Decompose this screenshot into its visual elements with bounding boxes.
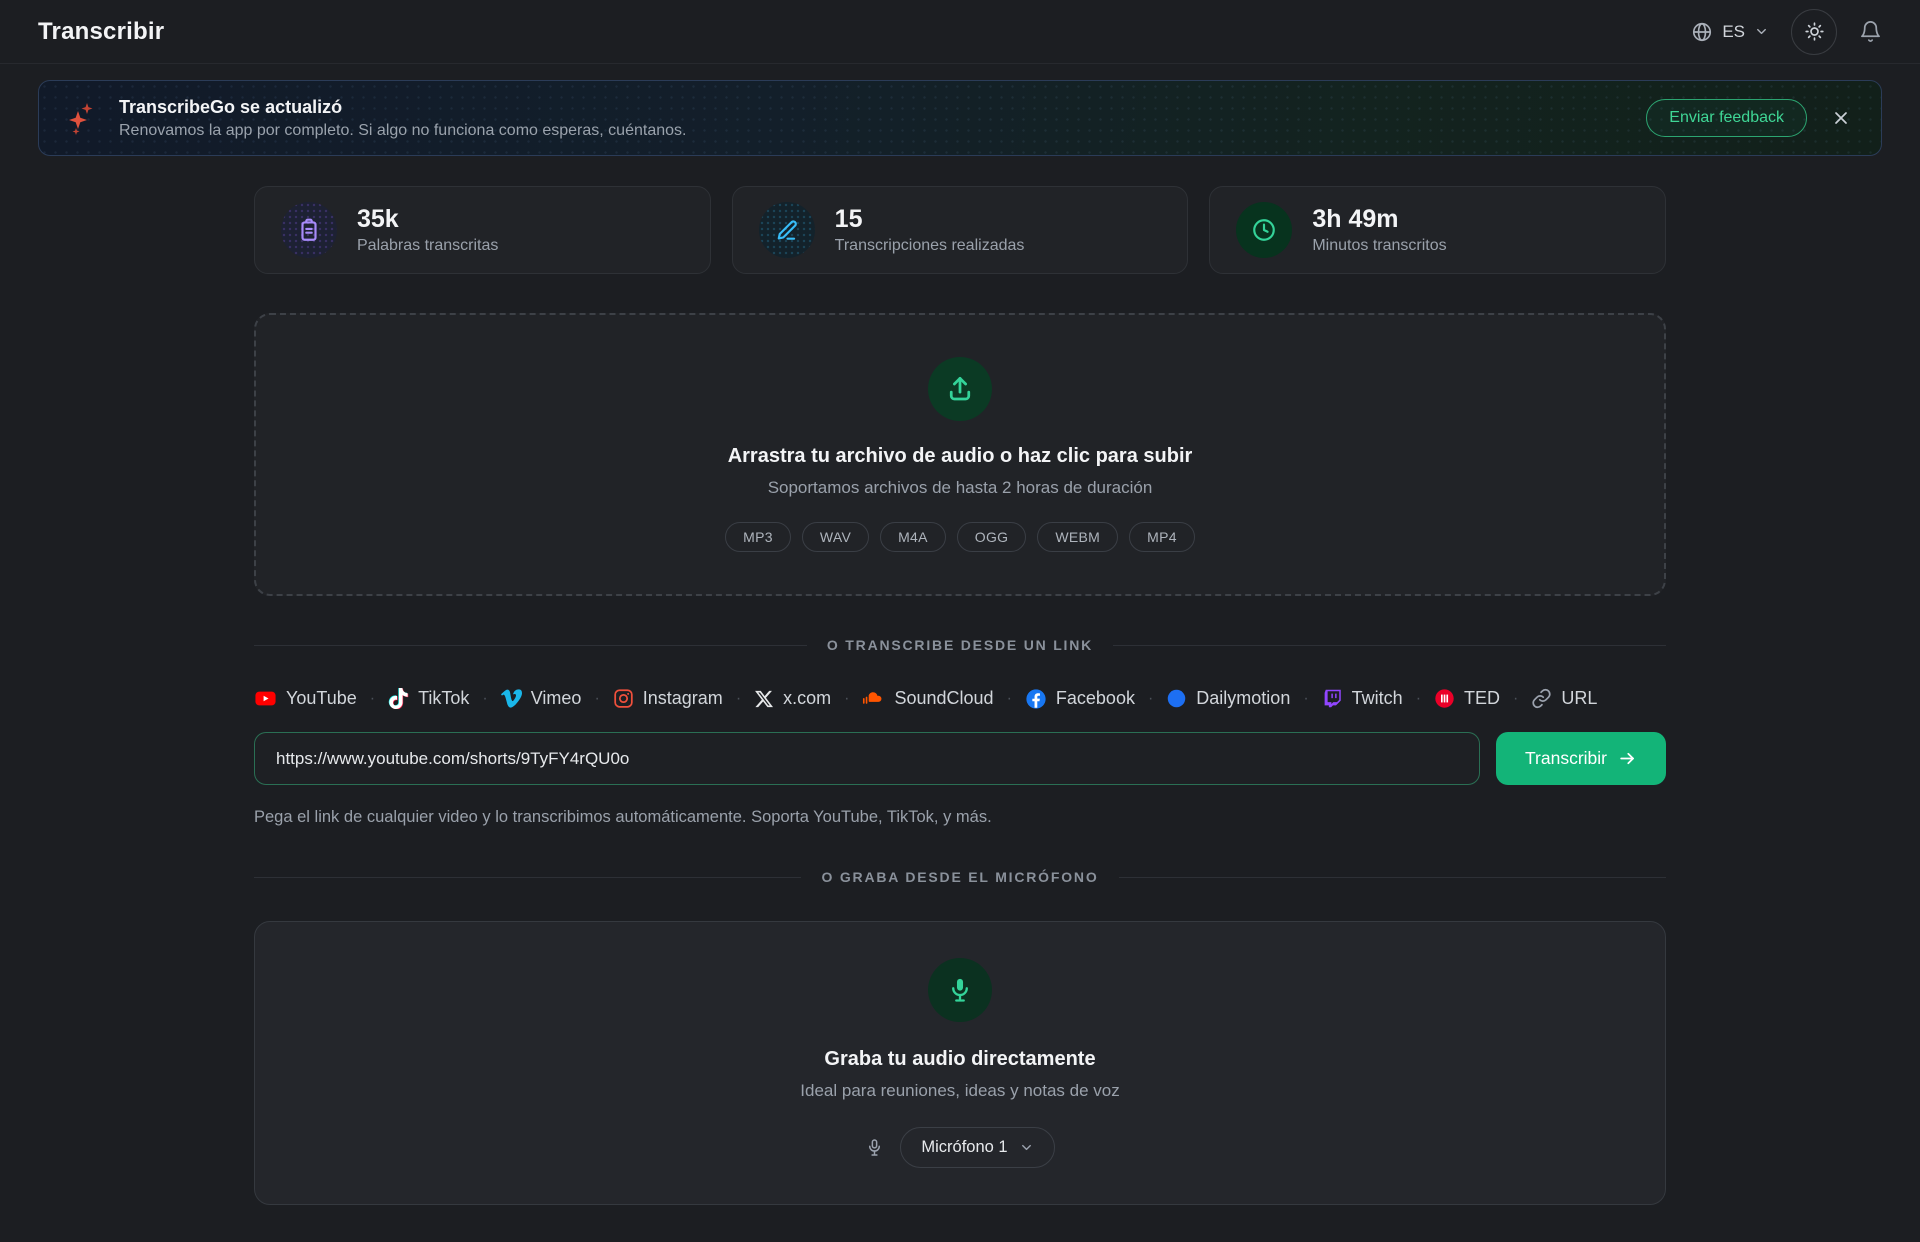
dropzone-subtitle: Soportamos archivos de hasta 2 horas de … [768,478,1153,498]
sparkles-icon [65,99,99,137]
pen-icon [759,202,815,258]
upload-dropzone[interactable]: Arrastra tu archivo de audio o haz clic … [254,313,1666,596]
facebook-icon [1025,688,1047,710]
banner-title: TranscribeGo se actualizó [119,97,686,118]
record-section-divider: O GRABA DESDE EL MICRÓFONO [254,869,1666,885]
platform-vimeo[interactable]: Vimeo [501,688,582,709]
language-switcher[interactable]: ES [1691,21,1769,43]
format-chip: OGG [957,522,1027,552]
stat-value: 3h 49m [1312,205,1446,234]
chevron-down-icon [1019,1140,1034,1155]
instagram-icon [613,688,634,709]
microphone-select[interactable]: Micrófono 1 [900,1127,1054,1168]
tiktok-icon [388,688,409,709]
chevron-down-icon [1754,24,1769,39]
platform-instagram[interactable]: Instagram [613,688,723,709]
clock-icon [1236,202,1292,258]
format-chip: WEBM [1037,522,1118,552]
stat-label: Transcripciones realizadas [835,237,1025,255]
platform-twitch[interactable]: Twitch [1322,688,1403,709]
format-chip: MP3 [725,522,791,552]
stat-value: 35k [357,205,498,234]
record-button[interactable] [928,958,992,1022]
record-title: Graba tu audio directamente [824,1048,1095,1071]
platforms-row: YouTube · TikTok · Vimeo · Instagram · [254,687,1666,710]
top-bar: Transcribir ES [0,0,1920,64]
theme-toggle-button[interactable] [1791,9,1837,55]
link-divider-label: O TRANSCRIBE DESDE UN LINK [827,637,1093,653]
platform-xcom[interactable]: x.com [754,688,831,709]
microphone-small-icon [865,1138,884,1157]
format-chip: M4A [880,522,946,552]
platform-tiktok[interactable]: TikTok [388,688,469,709]
twitch-icon [1322,688,1343,709]
platform-dailymotion[interactable]: Dailymotion [1166,688,1290,709]
youtube-icon [254,687,277,710]
stat-label: Palabras transcritas [357,237,498,255]
close-icon [1831,108,1851,128]
soundcloud-icon [862,687,885,710]
link-input-row: Transcribir [254,732,1666,785]
platform-facebook[interactable]: Facebook [1025,688,1135,710]
send-feedback-button[interactable]: Enviar feedback [1646,99,1807,137]
x-icon [754,689,774,709]
platform-youtube[interactable]: YouTube [254,687,357,710]
ted-icon [1434,688,1455,709]
record-divider-label: O GRABA DESDE EL MICRÓFONO [821,869,1098,885]
update-banner: TranscribeGo se actualizó Renovamos la a… [38,80,1882,156]
header-actions: ES [1691,9,1882,55]
link-section-divider: O TRANSCRIBE DESDE UN LINK [254,637,1666,653]
stat-value: 15 [835,205,1025,234]
format-chip: WAV [802,522,869,552]
microphone-select-label: Micrófono 1 [921,1138,1007,1157]
stat-label: Minutos transcritos [1312,237,1446,255]
bell-icon [1859,20,1882,43]
record-subtitle: Ideal para reuniones, ideas y notas de v… [800,1081,1119,1101]
dailymotion-icon [1166,688,1187,709]
notifications-button[interactable] [1859,20,1882,43]
microphone-icon [946,976,974,1004]
link-icon [1531,688,1552,709]
link-helper-text: Pega el link de cualquier video y lo tra… [254,808,1666,827]
clipboard-icon [281,202,337,258]
stats-row: 35k Palabras transcritas 15 Transcripcio… [254,186,1666,274]
dropzone-title: Arrastra tu archivo de audio o haz clic … [728,445,1193,468]
arrow-right-icon [1618,749,1637,768]
sun-icon [1804,21,1825,42]
upload-icon [928,357,992,421]
banner-text: TranscribeGo se actualizó Renovamos la a… [119,97,686,140]
stat-card-transcriptions: 15 Transcripciones realizadas [732,186,1189,274]
stat-card-minutes: 3h 49m Minutos transcritos [1209,186,1666,274]
page-title: Transcribir [38,18,164,46]
platform-url[interactable]: URL [1531,688,1597,709]
transcribe-button[interactable]: Transcribir [1496,732,1666,785]
format-chip: MP4 [1129,522,1195,552]
url-input[interactable] [254,732,1480,785]
language-label: ES [1722,22,1745,42]
microphone-row: Micrófono 1 [865,1127,1054,1168]
stat-card-words: 35k Palabras transcritas [254,186,711,274]
globe-icon [1691,21,1713,43]
vimeo-icon [501,688,522,709]
platform-soundcloud[interactable]: SoundCloud [862,687,993,710]
format-chips: MP3 WAV M4A OGG WEBM MP4 [725,522,1195,552]
record-box: Graba tu audio directamente Ideal para r… [254,921,1666,1205]
banner-subtitle: Renovamos la app por completo. Si algo n… [119,122,686,140]
banner-close-button[interactable] [1827,104,1855,132]
platform-ted[interactable]: TED [1434,688,1500,709]
